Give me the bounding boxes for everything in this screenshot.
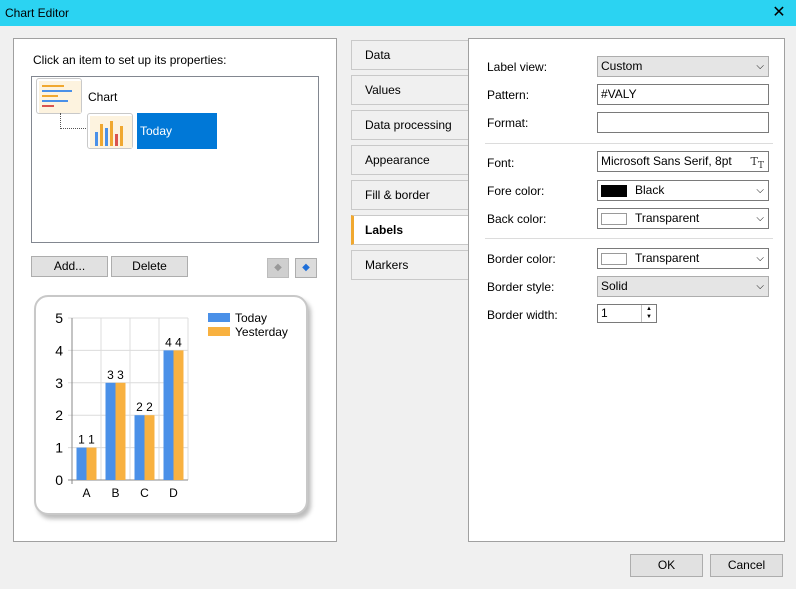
x-tick-label: C [140,486,149,500]
tree-item-series[interactable]: Today (Column) [137,113,217,174]
chart-tree[interactable]: Chart Today (Column) [31,76,319,243]
x-tick-label: A [82,486,90,500]
spin-up-icon[interactable]: ▲ [642,305,656,313]
font-label: Font: [487,156,515,170]
tab-data-processing[interactable]: Data processing [351,110,469,140]
spin-down-icon[interactable]: ▼ [642,313,656,321]
data-label: 2 [146,400,153,414]
x-tick-label: D [169,486,178,500]
window-title: Chart Editor [5,6,70,20]
add-button[interactable]: Add... [31,256,108,277]
y-tick-label: 0 [55,472,63,488]
format-label: Format: [487,116,529,130]
title-bar: Chart Editor ✕ [0,0,796,26]
tab-data[interactable]: Data [351,40,469,70]
move-up-icon[interactable]: ◆ [267,258,289,278]
labels-properties-panel: Label view: Custom ⌵ Pattern: #VALY Form… [468,38,785,542]
back-color-value: Transparent [635,211,700,225]
border-color-label: Border color: [487,252,556,266]
back-color-swatch [601,213,627,225]
fore-color-label: Fore color: [487,184,545,198]
label-view-label: Label view: [487,60,548,74]
y-tick-label: 5 [55,310,63,326]
divider [485,143,773,144]
data-label: 1 [88,433,95,447]
series-thumbnail-icon[interactable] [87,113,133,149]
label-view-value: Custom [601,59,643,73]
border-style-value: Solid [601,279,628,293]
border-style-dropdown[interactable]: Solid ⌵ [597,276,769,297]
fore-color-swatch [601,185,627,197]
data-label: 3 [107,368,114,382]
ok-button[interactable]: OK [630,554,703,577]
bar-yesterday-C [144,415,155,480]
bar-yesterday-D [173,350,184,480]
label-view-dropdown[interactable]: Custom ⌵ [597,56,769,77]
font-picker[interactable]: Microsoft Sans Serif, 8pt TT [597,151,769,172]
y-tick-label: 4 [55,342,63,358]
border-color-swatch [601,253,627,265]
chart-thumbnail-icon[interactable] [36,78,82,114]
bar-yesterday-A [86,447,97,480]
border-width-stepper[interactable]: 1 ▲ ▼ [597,304,657,323]
tab-fill-border[interactable]: Fill & border [351,180,469,210]
tree-item-chart[interactable]: Chart [88,90,117,104]
chevron-down-icon: ⌵ [756,185,764,196]
chart-preview: 0 1 2 3 4 5 1 1 A 3 3 B 2 2 C 4 4 D Today Yesterday [34,295,308,515]
instruction-text: Click an item to set up its properties: [33,53,227,67]
tree-connector [60,113,86,129]
data-label: 4 [175,335,182,349]
move-down-icon[interactable]: ◆ [295,258,317,278]
tab-appearance[interactable]: Appearance [351,145,469,175]
chevron-down-icon: ⌵ [756,61,764,72]
font-value: Microsoft Sans Serif, 8pt [601,154,732,168]
bar-today-D [163,350,174,480]
data-label: 1 [78,433,85,447]
bar-today-A [76,447,87,480]
tab-labels[interactable]: Labels [351,215,469,245]
close-icon[interactable]: ✕ [762,0,796,26]
border-color-dropdown[interactable]: Transparent ⌵ [597,248,769,269]
series-panel: Click an item to set up its properties: … [13,38,337,542]
bar-today-B [105,382,116,480]
tab-values[interactable]: Values [351,75,469,105]
y-tick-label: 1 [55,440,63,456]
x-tick-label: B [111,486,119,500]
chart-svg: 0123451 1A3 3B2 2C4 4DTodayYesterday [55,310,288,500]
legend-swatch-today [208,313,230,322]
delete-button[interactable]: Delete [111,256,188,277]
pattern-label: Pattern: [487,88,530,102]
chart-thumbnail-graphic [39,81,81,113]
spin-buttons[interactable]: ▲ ▼ [641,305,656,322]
font-dialog-icon[interactable]: TT [751,152,764,175]
fore-color-value: Black [635,183,665,197]
format-input[interactable] [597,112,769,133]
bar-today-C [134,415,145,480]
border-color-value: Transparent [635,251,700,265]
pattern-input[interactable]: #VALY [597,84,769,105]
cancel-button[interactable]: Cancel [710,554,783,577]
chevron-down-icon: ⌵ [756,281,764,292]
legend-label-yesterday: Yesterday [235,325,288,339]
border-width-label: Border width: [487,308,558,322]
data-label: 3 [117,368,124,382]
back-color-dropdown[interactable]: Transparent ⌵ [597,208,769,229]
bar-yesterday-B [115,382,126,480]
data-label: 2 [136,400,143,414]
border-style-label: Border style: [487,280,555,294]
back-color-label: Back color: [487,212,547,226]
border-width-value: 1 [601,306,608,320]
divider [485,238,773,239]
legend-label-today: Today [235,311,267,325]
chevron-down-icon: ⌵ [756,213,764,224]
series-thumbnail-graphic [90,116,132,148]
fore-color-dropdown[interactable]: Black ⌵ [597,180,769,201]
data-label: 4 [165,335,172,349]
y-tick-label: 3 [55,375,63,391]
chevron-down-icon: ⌵ [756,253,764,264]
tab-markers[interactable]: Markers [351,250,469,280]
y-tick-label: 2 [55,407,63,423]
legend-swatch-yesterday [208,327,230,336]
